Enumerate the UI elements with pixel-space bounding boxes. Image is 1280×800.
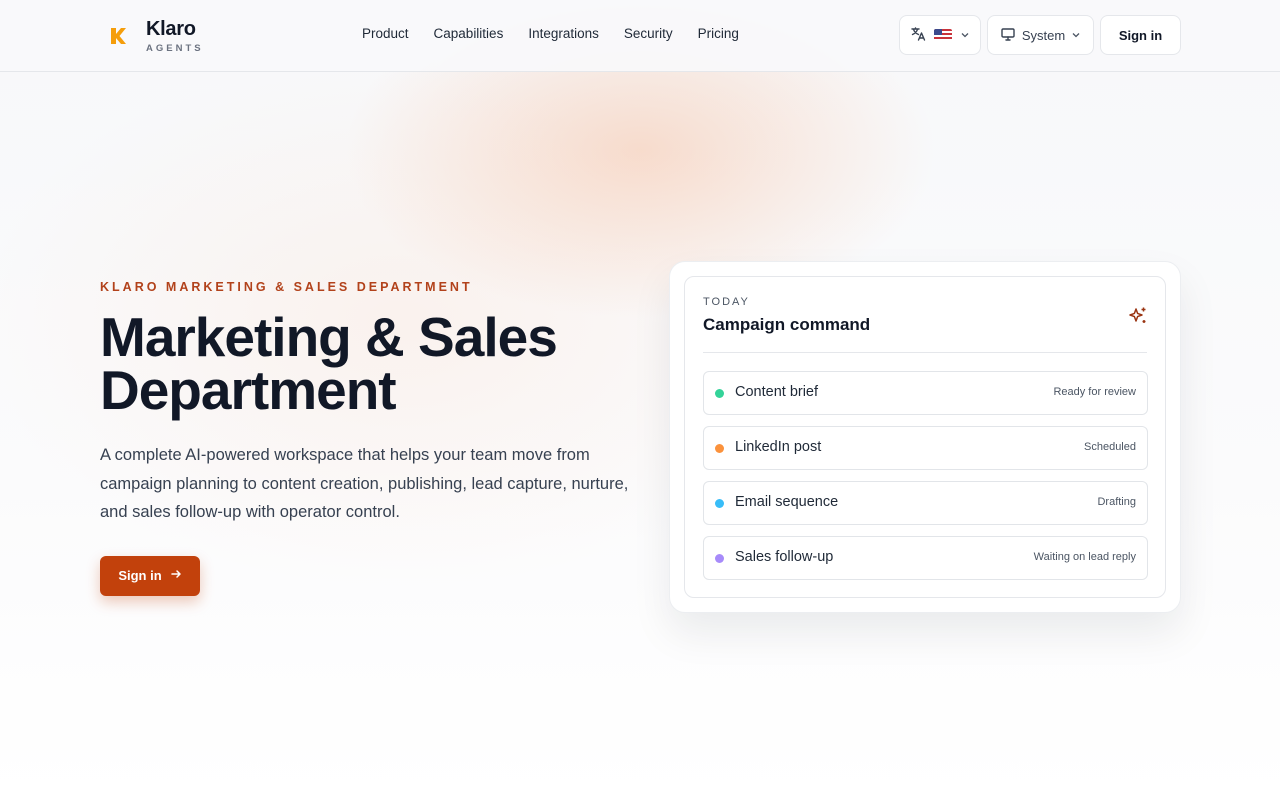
- cta-label: Sign in: [118, 568, 162, 583]
- task-label: Content brief: [735, 384, 819, 400]
- theme-label: System: [1021, 27, 1066, 43]
- status-dot: [715, 444, 724, 453]
- theme-selector[interactable]: System: [987, 15, 1094, 55]
- hero-section: KLARO MARKETING & SALES DEPARTMENT Marke…: [100, 280, 660, 596]
- top-navbar: Klaro AGENTS Product Capabilities Integr…: [0, 0, 1280, 72]
- main-nav: Product Capabilities Integrations Securi…: [362, 26, 739, 41]
- task-item[interactable]: LinkedIn post Scheduled: [703, 426, 1148, 470]
- language-selector[interactable]: [899, 15, 981, 55]
- campaign-card-inner: TODAY Campaign command Content brief Rea…: [684, 276, 1166, 598]
- campaign-card: TODAY Campaign command Content brief Rea…: [669, 261, 1181, 613]
- task-status: Ready for review: [1053, 386, 1136, 398]
- task-item[interactable]: Content brief Ready for review: [703, 371, 1148, 415]
- nav-capabilities[interactable]: Capabilities: [434, 26, 504, 41]
- translate-icon: [910, 26, 926, 45]
- nav-integrations[interactable]: Integrations: [528, 26, 599, 41]
- us-flag-icon: [934, 29, 952, 41]
- nav-security[interactable]: Security: [624, 26, 673, 41]
- brand-name: Klaro: [146, 18, 196, 40]
- hero-title: Marketing & Sales Department: [100, 310, 660, 418]
- sparkles-icon: [1127, 305, 1149, 327]
- nav-pricing[interactable]: Pricing: [698, 26, 739, 41]
- status-dot: [715, 389, 724, 398]
- task-item[interactable]: Email sequence Drafting: [703, 481, 1148, 525]
- hero-title-line2: Department: [100, 359, 397, 421]
- task-label: Email sequence: [735, 494, 839, 510]
- card-kicker: TODAY: [703, 296, 750, 308]
- task-label: Sales follow-up: [735, 549, 834, 565]
- hero-sign-in-button[interactable]: Sign in: [100, 555, 200, 596]
- brand-subtitle: AGENTS: [146, 43, 204, 54]
- status-dot: [715, 554, 724, 563]
- arrow-right-icon: [170, 568, 182, 583]
- card-divider: [703, 352, 1147, 353]
- status-dot: [715, 499, 724, 508]
- card-title: Campaign command: [703, 315, 871, 334]
- hero-eyebrow: KLARO MARKETING & SALES DEPARTMENT: [100, 280, 473, 294]
- brand-logo[interactable]: Klaro AGENTS: [108, 18, 204, 54]
- nav-product[interactable]: Product: [362, 26, 409, 41]
- task-status: Scheduled: [1084, 441, 1136, 453]
- task-label: LinkedIn post: [735, 439, 822, 455]
- task-item[interactable]: Sales follow-up Waiting on lead reply: [703, 536, 1148, 580]
- monitor-icon: [1000, 26, 1016, 45]
- klaro-logo-icon: [108, 24, 128, 48]
- header-sign-in-button[interactable]: Sign in: [1100, 15, 1181, 55]
- chevron-down-icon: [960, 28, 970, 43]
- chevron-down-icon: [1071, 28, 1081, 43]
- hero-description: A complete AI-powered workspace that hel…: [100, 446, 629, 521]
- task-status: Waiting on lead reply: [1033, 551, 1136, 563]
- task-status: Drafting: [1097, 496, 1136, 508]
